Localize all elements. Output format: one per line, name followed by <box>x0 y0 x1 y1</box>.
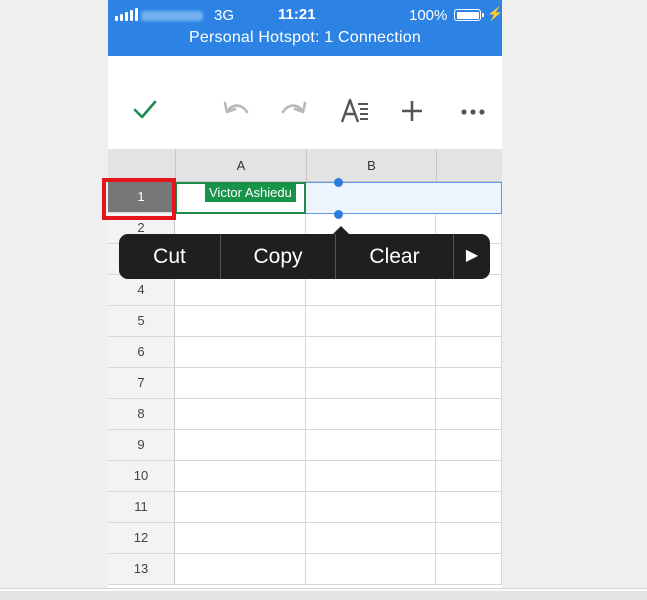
table-row: 5 <box>108 306 502 337</box>
cell[interactable] <box>175 368 306 398</box>
table-row: 6 <box>108 337 502 368</box>
table-row: 9 <box>108 430 502 461</box>
battery-icon <box>454 9 484 21</box>
undo-icon[interactable] <box>222 99 250 121</box>
cell[interactable] <box>436 523 502 553</box>
redo-icon[interactable] <box>280 99 308 121</box>
charging-icon: ⚡ <box>487 6 502 21</box>
cell[interactable] <box>306 275 436 305</box>
cell[interactable] <box>306 368 436 398</box>
text-format-icon[interactable] <box>340 98 370 124</box>
cell[interactable] <box>306 337 436 367</box>
cell[interactable] <box>175 492 306 522</box>
row-header[interactable]: 11 <box>108 492 175 522</box>
network-type: 3G <box>214 7 235 24</box>
table-row: 7 <box>108 368 502 399</box>
selection-handle-bottom[interactable] <box>334 210 343 219</box>
cell[interactable] <box>175 554 306 584</box>
row-header[interactable]: 13 <box>108 554 175 584</box>
cell[interactable] <box>436 461 502 491</box>
cell[interactable] <box>175 461 306 491</box>
red-highlight-annotation <box>102 178 176 220</box>
status-time: 11:21 <box>278 6 316 23</box>
hotspot-banner[interactable]: Personal Hotspot: 1 Connection <box>108 29 502 47</box>
row-header[interactable]: 6 <box>108 337 175 367</box>
cell[interactable] <box>175 275 306 305</box>
cell[interactable] <box>436 306 502 336</box>
window-bottom-edge <box>0 588 647 600</box>
cell[interactable] <box>175 430 306 460</box>
cell[interactable] <box>306 461 436 491</box>
selection-handle-top[interactable] <box>334 178 343 187</box>
table-row: 11 <box>108 492 502 523</box>
copy-button[interactable]: Copy <box>221 234 335 279</box>
cell[interactable] <box>306 554 436 584</box>
cell[interactable] <box>175 399 306 429</box>
row-header[interactable]: 10 <box>108 461 175 491</box>
more-options-arrow-icon[interactable]: ▶ <box>454 234 490 279</box>
cell[interactable] <box>306 399 436 429</box>
more-icon[interactable] <box>461 108 485 116</box>
table-row: 13 <box>108 554 502 585</box>
row-header[interactable]: 4 <box>108 275 175 305</box>
table-row: 4 <box>108 275 502 306</box>
cell[interactable] <box>175 523 306 553</box>
add-icon[interactable] <box>400 99 424 123</box>
cell[interactable] <box>175 306 306 336</box>
cell[interactable] <box>436 492 502 522</box>
cell[interactable] <box>436 337 502 367</box>
cell[interactable] <box>175 337 306 367</box>
table-row: 10 <box>108 461 502 492</box>
cell[interactable] <box>436 275 502 305</box>
context-menu: Cut Copy Clear ▶ <box>119 234 490 279</box>
cell[interactable] <box>306 430 436 460</box>
cell[interactable] <box>436 554 502 584</box>
table-row: 8 <box>108 399 502 430</box>
clear-button[interactable]: Clear <box>336 234 453 279</box>
phone-screen: 3G 11:21 100% ⚡ Personal Hotspot: 1 Conn… <box>108 0 502 588</box>
cell[interactable] <box>306 492 436 522</box>
cell[interactable] <box>436 430 502 460</box>
cell[interactable] <box>436 368 502 398</box>
table-row: 12 <box>108 523 502 554</box>
row-header[interactable]: 7 <box>108 368 175 398</box>
cell[interactable] <box>436 399 502 429</box>
checkmark-icon[interactable] <box>132 99 158 121</box>
status-bar: 3G 11:21 100% ⚡ Personal Hotspot: 1 Conn… <box>108 0 502 56</box>
row-header[interactable]: 8 <box>108 399 175 429</box>
cell-a1-value[interactable]: Victor Ashiedu <box>205 184 296 202</box>
cell[interactable] <box>306 306 436 336</box>
cell[interactable] <box>306 523 436 553</box>
column-header-b[interactable]: B <box>306 149 436 182</box>
row-header[interactable]: 12 <box>108 523 175 553</box>
battery-percentage: 100% <box>409 7 448 24</box>
column-header-a[interactable]: A <box>175 149 306 182</box>
column-header-c[interactable] <box>436 149 502 182</box>
row-header[interactable]: 5 <box>108 306 175 336</box>
cut-button[interactable]: Cut <box>119 234 220 279</box>
row-header[interactable]: 9 <box>108 430 175 460</box>
carrier-name-blurred <box>141 11 203 21</box>
